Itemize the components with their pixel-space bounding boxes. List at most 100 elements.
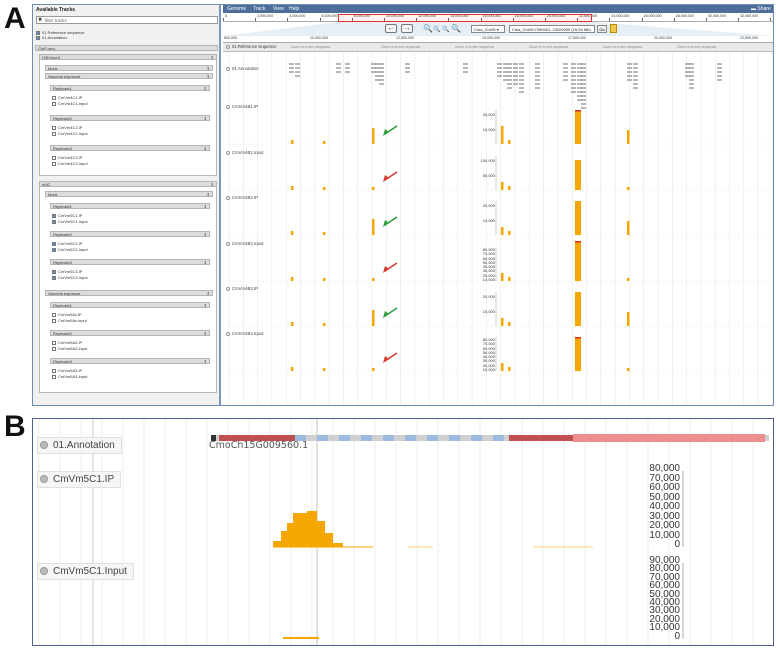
track-label[interactable]: CmVm4B2.IP <box>226 195 258 200</box>
replicate-bar[interactable]: Replicate1 ⇕ <box>50 85 210 91</box>
track-checkbox-row[interactable]: CmVm5C2.IP <box>52 241 82 246</box>
collapse-icon[interactable]: ⇕ <box>207 66 210 71</box>
signal-bar <box>372 219 375 235</box>
visible-region-highlight[interactable] <box>338 14 592 22</box>
close-track-icon <box>40 567 48 575</box>
category-chipseq[interactable]: ChIP-seq <box>35 45 218 51</box>
track-checkbox-row[interactable]: CmVm4C3.Input <box>52 161 88 166</box>
signal-bar <box>627 312 630 326</box>
replicate-bar[interactable]: Replicate3 ⇕ <box>50 358 210 364</box>
collapse-icon[interactable]: ⇕ <box>207 74 210 79</box>
replicate-bar[interactable]: Replicate2 ⇕ <box>50 115 210 121</box>
ruler-tick-label: 24,000,000 <box>611 14 630 18</box>
scale-tick-label: 12,500,000 <box>396 36 414 40</box>
close-track-icon <box>226 241 230 246</box>
subgroup-vaccinia[interactable]: Vaccinia exposure ⇕ <box>45 73 213 79</box>
track-checkbox-row[interactable]: CmVm4C2.Input <box>52 131 88 136</box>
menu-genome[interactable]: Genome <box>227 6 246 12</box>
track-checkbox-row[interactable]: CmVm5C3.Input <box>52 275 88 280</box>
signal-bar <box>627 278 630 281</box>
share-button[interactable]: ▬ Share <box>751 6 771 12</box>
track-checkbox-row[interactable]: CmVm4C1.IP <box>52 95 82 100</box>
track-label[interactable]: CmVm4B3.IP <box>226 286 258 291</box>
signal-bar <box>325 533 333 547</box>
reference-label[interactable]: 01.Reference sequence <box>226 44 276 49</box>
signal-bar <box>291 277 294 281</box>
top-track-annotation[interactable]: 01.Annotation <box>36 35 67 40</box>
track-label[interactable]: CmVm4B2.Input <box>226 241 264 246</box>
replicate-bar[interactable]: Replicate2 ⇕ <box>50 231 210 237</box>
group-m5c[interactable]: m5C ⇕ <box>39 181 217 187</box>
zoom-out-icon[interactable]: 🔍 <box>423 24 433 33</box>
scale-tick-label: 500,000 <box>224 36 237 40</box>
replicate-bar[interactable]: Replicate1 ⇕ <box>50 302 210 308</box>
filter-tracks-input[interactable]: ✖ filter tracks <box>36 16 218 24</box>
clear-filter-icon[interactable]: ✖ <box>38 17 42 24</box>
replicate-bar[interactable]: Replicate3 ⇕ <box>50 145 210 151</box>
signal-peak-cap <box>575 337 581 339</box>
signal-peak-cap <box>575 110 581 112</box>
signal-bar <box>575 110 581 144</box>
signal-bar <box>627 187 630 190</box>
signal-bar <box>283 637 319 639</box>
ruler-tick <box>706 18 707 21</box>
ruler-tick <box>641 18 643 21</box>
subgroup-mock[interactable]: Mock ⇕ <box>45 191 213 197</box>
replicate-bar[interactable]: Replicate2 ⇕ <box>50 330 210 336</box>
go-button[interactable]: Go <box>597 25 607 33</box>
zoom-in-small-icon[interactable]: 🔍 <box>442 26 449 33</box>
zoom-message: Zoom in to see sequence <box>291 45 331 49</box>
collapse-icon[interactable]: ⇕ <box>211 55 214 60</box>
track-label-annotation[interactable]: 01.Annotation <box>37 437 122 454</box>
zoom-in-icon[interactable]: 🔍 <box>451 24 461 33</box>
subgroup-mock[interactable]: Mock ⇕ <box>45 65 213 71</box>
track-checkbox-row[interactable]: CmVm5A2.Input <box>52 346 87 351</box>
track-label[interactable]: CmVm4B1.Input <box>226 150 264 155</box>
back-button[interactable]: ← <box>385 24 397 33</box>
track-checkbox-row[interactable]: CmVm5C1.Input <box>52 219 88 224</box>
track-checkbox-row[interactable]: CmVm5C1.IP <box>52 213 82 218</box>
checkbox-icon[interactable] <box>36 35 40 40</box>
highlight-icon[interactable] <box>610 24 617 33</box>
chromosome-select[interactable]: Cma_Chr05 ▾ <box>471 25 505 33</box>
track-label[interactable]: CmVm4B3.Input <box>226 331 264 336</box>
track-checkbox-row[interactable]: CmVm5C3.IP <box>52 269 82 274</box>
axis-tick-label: 0 <box>674 539 680 550</box>
signal-bar <box>287 523 293 547</box>
collapse-icon[interactable]: ⇕ <box>211 182 214 187</box>
track-checkbox-row[interactable]: CmVm5Av.IP <box>52 312 82 317</box>
genome-view-pane: Genome Track View Help ▬ Share 0 2,000,00… <box>223 5 773 405</box>
track-checkbox-row[interactable]: CmVm5A2.IP <box>52 340 82 345</box>
replicate-bar[interactable]: Replicate3 ⇕ <box>50 259 210 265</box>
replicate-bar[interactable]: Replicate1 ⇕ <box>50 203 210 209</box>
menu-view[interactable]: View <box>273 6 284 12</box>
zoom-out-small-icon[interactable]: 🔍 <box>433 26 440 33</box>
ruler-tick-label: 34,000,000 <box>772 14 773 18</box>
track-checkbox-row[interactable]: CmVm5C2.Input <box>52 247 88 252</box>
track-label-input[interactable]: CmVm5C1.Input <box>37 563 134 580</box>
location-input[interactable]: Cma_Chr05:7280001..23200000 (15.94 Mb) <box>509 25 595 33</box>
signal-bar <box>627 221 630 235</box>
gene-utr-segment <box>361 435 372 441</box>
track-label-ip[interactable]: CmVm5C1.IP <box>37 471 122 488</box>
panel-label-a: A <box>4 2 26 35</box>
track-checkbox-row[interactable]: CmVm4C1.Input <box>52 101 88 106</box>
annotation-arrow <box>383 171 398 182</box>
track-checkbox-row[interactable]: CmVm4C2.IP <box>52 125 82 130</box>
track-checkbox-row[interactable]: CmVm5Av.Input <box>52 318 87 323</box>
menu-track[interactable]: Track <box>253 6 265 12</box>
menu-help[interactable]: Help <box>289 6 299 12</box>
track-checkbox-row[interactable]: CmVm5A3.IP <box>52 368 82 373</box>
track-label-annotation[interactable]: 01.Annotation <box>226 66 259 71</box>
axis-tick-label: 100,000 <box>480 158 495 163</box>
gene-label: CmoCh15G009560.1 <box>209 440 309 451</box>
arrow-head <box>383 129 389 136</box>
subgroup-vaccinia[interactable]: Vaccinia exposure ⇕ <box>45 290 213 296</box>
track-checkbox-row[interactable]: CmVm5A3.Input <box>52 374 87 379</box>
track-label[interactable]: CmVm4B1.IP <box>226 104 258 109</box>
forward-button[interactable]: → <box>401 24 413 33</box>
track-checkbox-row[interactable]: CmVm4C3.IP <box>52 155 82 160</box>
ruler-tick <box>319 18 321 21</box>
group-h3k4me3[interactable]: H3K4me3 ⇕ <box>39 54 217 60</box>
signal-bar <box>501 227 504 235</box>
